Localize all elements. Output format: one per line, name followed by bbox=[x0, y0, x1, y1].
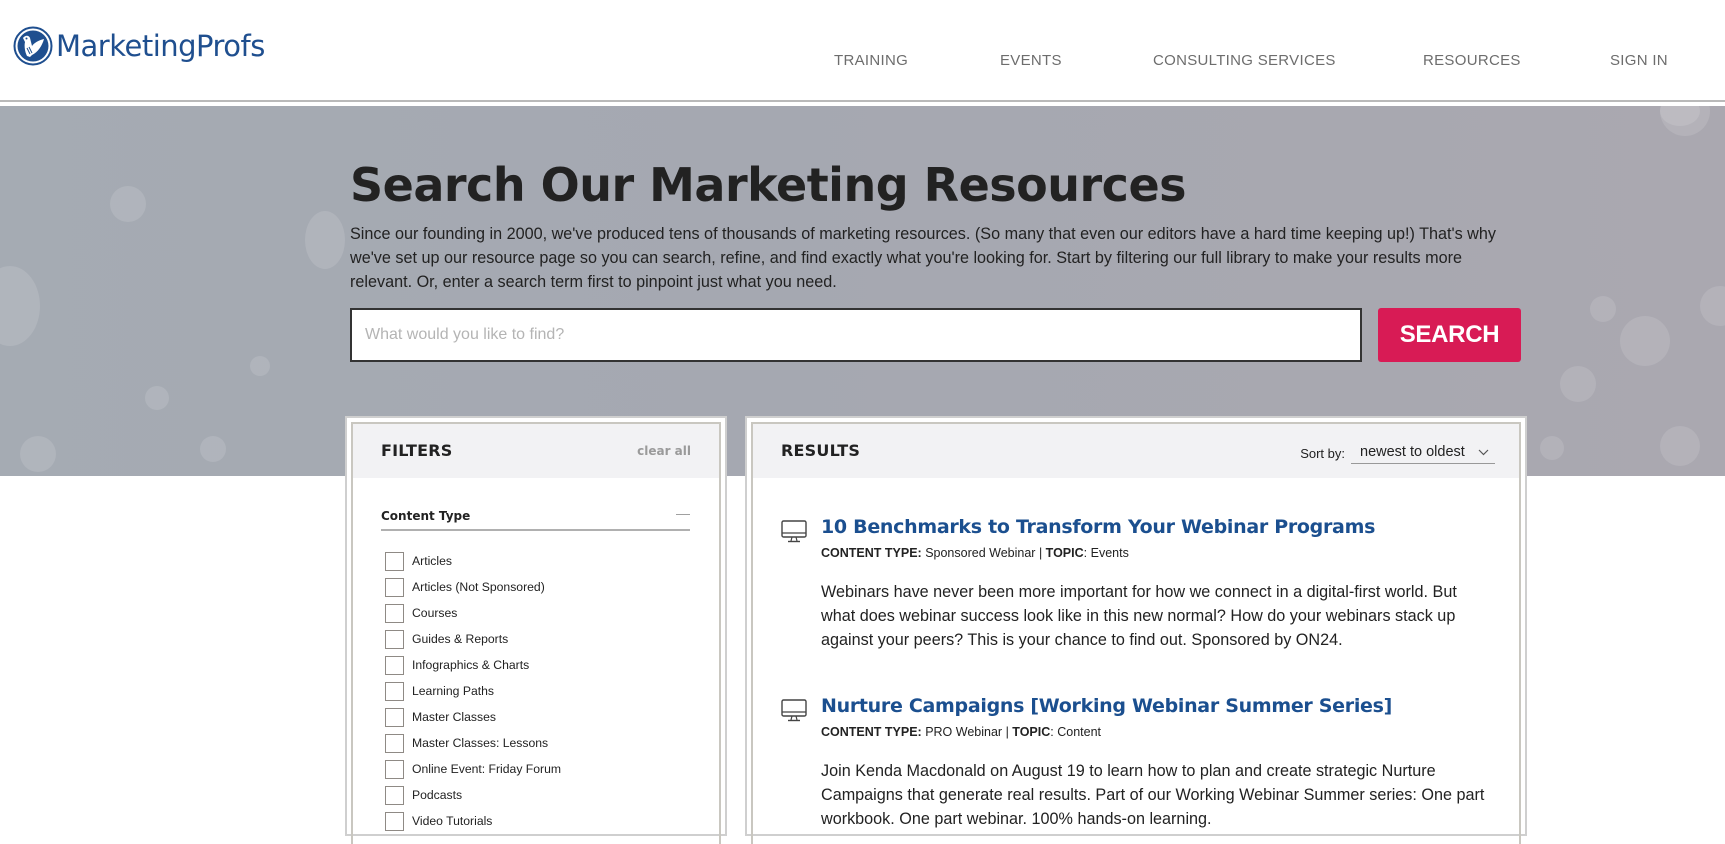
content-type-label: CONTENT TYPE: bbox=[821, 546, 922, 560]
content-type-value: PRO Webinar bbox=[925, 725, 1003, 739]
filter-option-infographics-charts[interactable]: Infographics & Charts bbox=[385, 652, 561, 678]
checkbox[interactable] bbox=[385, 577, 404, 597]
filter-option-label: Video Tutorials bbox=[412, 814, 493, 828]
nav-sign-in[interactable]: SIGN IN bbox=[1610, 52, 1668, 69]
checkbox[interactable] bbox=[385, 811, 404, 831]
meta-separator: | bbox=[1005, 725, 1009, 739]
checkbox[interactable] bbox=[385, 733, 404, 753]
chevron-down-icon bbox=[1478, 449, 1489, 455]
content-type-value: Sponsored Webinar bbox=[925, 546, 1036, 560]
checkbox[interactable] bbox=[385, 681, 404, 701]
bokeh-decoration bbox=[1540, 436, 1564, 460]
bokeh-decoration bbox=[1560, 366, 1596, 402]
meta-separator: | bbox=[1038, 546, 1043, 560]
filter-option-label: Infographics & Charts bbox=[412, 658, 530, 672]
bokeh-decoration bbox=[110, 186, 146, 222]
filter-option-label: Master Classes: Lessons bbox=[412, 736, 549, 750]
filter-option-video-tutorials[interactable]: Video Tutorials bbox=[385, 808, 561, 834]
results-header: RESULTS Sort by: newest to oldest bbox=[753, 424, 1519, 478]
nav-resources[interactable]: RESOURCES bbox=[1423, 52, 1521, 69]
filter-option-articles[interactable]: Articles bbox=[385, 548, 561, 574]
content-type-options: Articles Articles (Not Sponsored) Course… bbox=[385, 548, 561, 834]
result-description: Webinars have never been more important … bbox=[821, 583, 1457, 649]
topic-value: Events bbox=[1090, 546, 1129, 560]
sort-control: Sort by: newest to oldest bbox=[1300, 444, 1495, 464]
collapse-icon[interactable]: — bbox=[676, 505, 690, 521]
site-header: MarketingProfs TRAINING EVENTS CONSULTIN… bbox=[0, 0, 1725, 102]
filter-option-label: Courses bbox=[412, 606, 458, 620]
monitor-icon bbox=[781, 699, 807, 722]
bokeh-decoration bbox=[1590, 296, 1616, 322]
filter-option-podcasts[interactable]: Podcasts bbox=[385, 782, 561, 808]
bokeh-decoration bbox=[250, 356, 270, 376]
results-panel: RESULTS Sort by: newest to oldest 10 Ben… bbox=[745, 416, 1527, 844]
topic-value: Content bbox=[1057, 725, 1102, 739]
filter-option-label: Podcasts bbox=[412, 788, 463, 802]
filter-option-label: Articles (Not Sponsored) bbox=[412, 580, 545, 594]
content-type-label: CONTENT TYPE: bbox=[821, 725, 922, 739]
bokeh-decoration bbox=[200, 436, 226, 462]
checkbox[interactable] bbox=[385, 551, 404, 571]
nav-events[interactable]: EVENTS bbox=[1000, 52, 1062, 69]
bokeh-decoration bbox=[1660, 426, 1700, 466]
content-type-title: Content Type bbox=[381, 509, 471, 523]
results-title: RESULTS bbox=[781, 441, 861, 460]
sort-label: Sort by: bbox=[1300, 446, 1345, 461]
clear-all-link[interactable]: clear all bbox=[637, 444, 691, 458]
sort-value: newest to oldest bbox=[1360, 444, 1465, 460]
filter-option-label: Articles bbox=[412, 554, 452, 568]
sort-select[interactable]: newest to oldest bbox=[1351, 444, 1495, 464]
filter-option-label: Learning Paths bbox=[412, 684, 494, 698]
result-title-link[interactable]: 10 Benchmarks to Transform Your Webinar … bbox=[821, 516, 1375, 538]
page-title: Search Our Marketing Resources bbox=[350, 158, 1187, 212]
filter-option-courses[interactable]: Courses bbox=[385, 600, 561, 626]
checkbox[interactable] bbox=[385, 759, 404, 779]
main-nav: TRAINING EVENTS CONSULTING SERVICES RESO… bbox=[0, 52, 1725, 72]
checkbox[interactable] bbox=[385, 707, 404, 727]
result-meta: CONTENT TYPE: PRO Webinar | TOPIC: Conte… bbox=[821, 725, 1102, 739]
checkbox[interactable] bbox=[385, 655, 404, 675]
result-title-link[interactable]: Nurture Campaigns [Working Webinar Summe… bbox=[821, 695, 1392, 717]
filters-panel: FILTERS clear all Content Type — Article… bbox=[345, 416, 727, 844]
bokeh-decoration bbox=[20, 436, 56, 472]
nav-consulting-services[interactable]: CONSULTING SERVICES bbox=[1153, 52, 1336, 69]
topic-label: TOPIC bbox=[1012, 725, 1051, 739]
filter-option-articles-not-sponsored[interactable]: Articles (Not Sponsored) bbox=[385, 574, 561, 600]
monitor-icon bbox=[781, 520, 807, 543]
filter-option-label: Online Event: Friday Forum bbox=[412, 762, 562, 776]
content-type-header[interactable]: Content Type — bbox=[381, 505, 690, 531]
filter-option-master-classes[interactable]: Master Classes bbox=[385, 704, 561, 730]
filter-option-label: Guides & Reports bbox=[412, 632, 509, 646]
bokeh-decoration bbox=[1700, 286, 1725, 326]
result-description: Join Kenda Macdonald on August 19 to lea… bbox=[821, 762, 1485, 828]
filters-title: FILTERS bbox=[381, 441, 453, 460]
page-description: Since our founding in 2000, we've produc… bbox=[350, 225, 1496, 291]
checkbox[interactable] bbox=[385, 603, 404, 623]
result-item: Nurture Campaigns [Working Webinar Summe… bbox=[781, 695, 1484, 835]
filter-option-label: Master Classes bbox=[412, 710, 496, 724]
filter-option-guides-reports[interactable]: Guides & Reports bbox=[385, 626, 561, 652]
result-item: 10 Benchmarks to Transform Your Webinar … bbox=[781, 516, 1481, 656]
filters-header: FILTERS clear all bbox=[353, 424, 719, 478]
bokeh-decoration bbox=[305, 211, 345, 269]
result-meta: CONTENT TYPE: Sponsored Webinar | TOPIC:… bbox=[821, 546, 1129, 560]
checkbox[interactable] bbox=[385, 785, 404, 805]
bokeh-decoration bbox=[1620, 316, 1670, 366]
results-panel-inner: RESULTS Sort by: newest to oldest 10 Ben… bbox=[751, 422, 1521, 844]
search-button[interactable]: SEARCH bbox=[1378, 308, 1521, 362]
nav-training[interactable]: TRAINING bbox=[834, 52, 908, 69]
filter-option-master-classes-lessons[interactable]: Master Classes: Lessons bbox=[385, 730, 561, 756]
filters-panel-inner: FILTERS clear all Content Type — Article… bbox=[351, 422, 721, 844]
checkbox[interactable] bbox=[385, 629, 404, 649]
bokeh-decoration bbox=[145, 386, 169, 410]
topic-label: TOPIC bbox=[1045, 546, 1084, 560]
filter-option-learning-paths[interactable]: Learning Paths bbox=[385, 678, 561, 704]
filter-option-friday-forum[interactable]: Online Event: Friday Forum bbox=[385, 756, 561, 782]
search-input[interactable] bbox=[350, 308, 1362, 362]
bokeh-decoration bbox=[0, 266, 40, 346]
